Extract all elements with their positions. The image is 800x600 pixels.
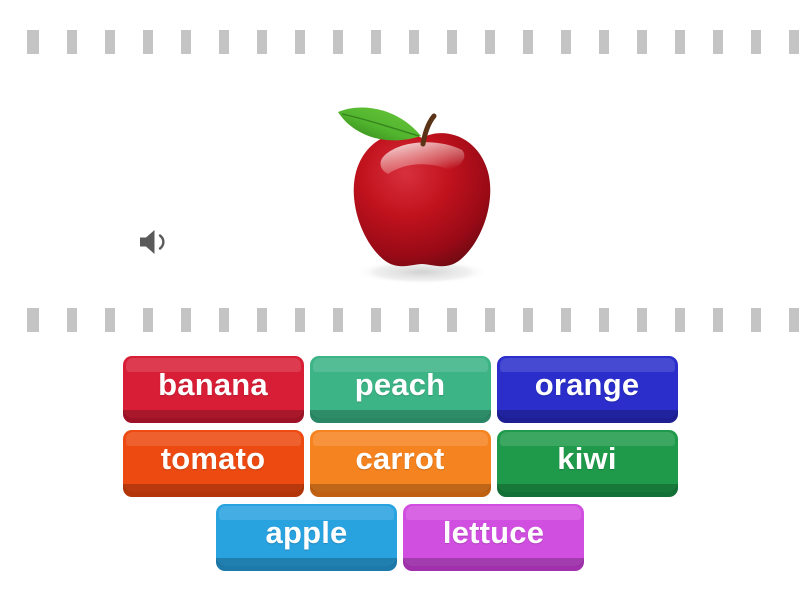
answer-tile-label: peach xyxy=(354,367,446,402)
answer-tile-carrot[interactable]: carrot xyxy=(309,430,491,492)
answer-row-2: tomato carrot kiwi xyxy=(0,430,800,492)
answer-row-1: banana peach orange xyxy=(0,356,800,418)
separator-middle xyxy=(0,308,800,332)
answer-tile-apple[interactable]: apple xyxy=(216,504,397,566)
answer-tile-label: tomato xyxy=(160,441,266,476)
answer-tile-label: kiwi xyxy=(557,441,617,476)
answer-tile-label: apple xyxy=(265,515,348,550)
answer-tile-label: carrot xyxy=(355,441,445,476)
answer-row-3: apple lettuce xyxy=(0,504,800,566)
answer-tile-tomato[interactable]: tomato xyxy=(122,430,304,492)
answer-tile-lettuce[interactable]: lettuce xyxy=(403,504,584,566)
speaker-icon xyxy=(140,230,165,254)
prompt-area xyxy=(0,62,800,302)
answer-tile-peach[interactable]: peach xyxy=(309,356,491,418)
audio-play-button[interactable] xyxy=(133,222,177,262)
answer-tile-label: banana xyxy=(158,367,268,402)
answer-tile-kiwi[interactable]: kiwi xyxy=(496,430,678,492)
answer-tile-banana[interactable]: banana xyxy=(122,356,304,418)
answer-tile-label: lettuce xyxy=(442,515,545,550)
answer-tiles: banana peach orange tomato carrot kiwi a… xyxy=(0,356,800,578)
separator-top xyxy=(0,30,800,54)
answer-tile-label: orange xyxy=(534,367,640,402)
answer-tile-orange[interactable]: orange xyxy=(496,356,678,418)
apple-photo xyxy=(338,107,491,284)
